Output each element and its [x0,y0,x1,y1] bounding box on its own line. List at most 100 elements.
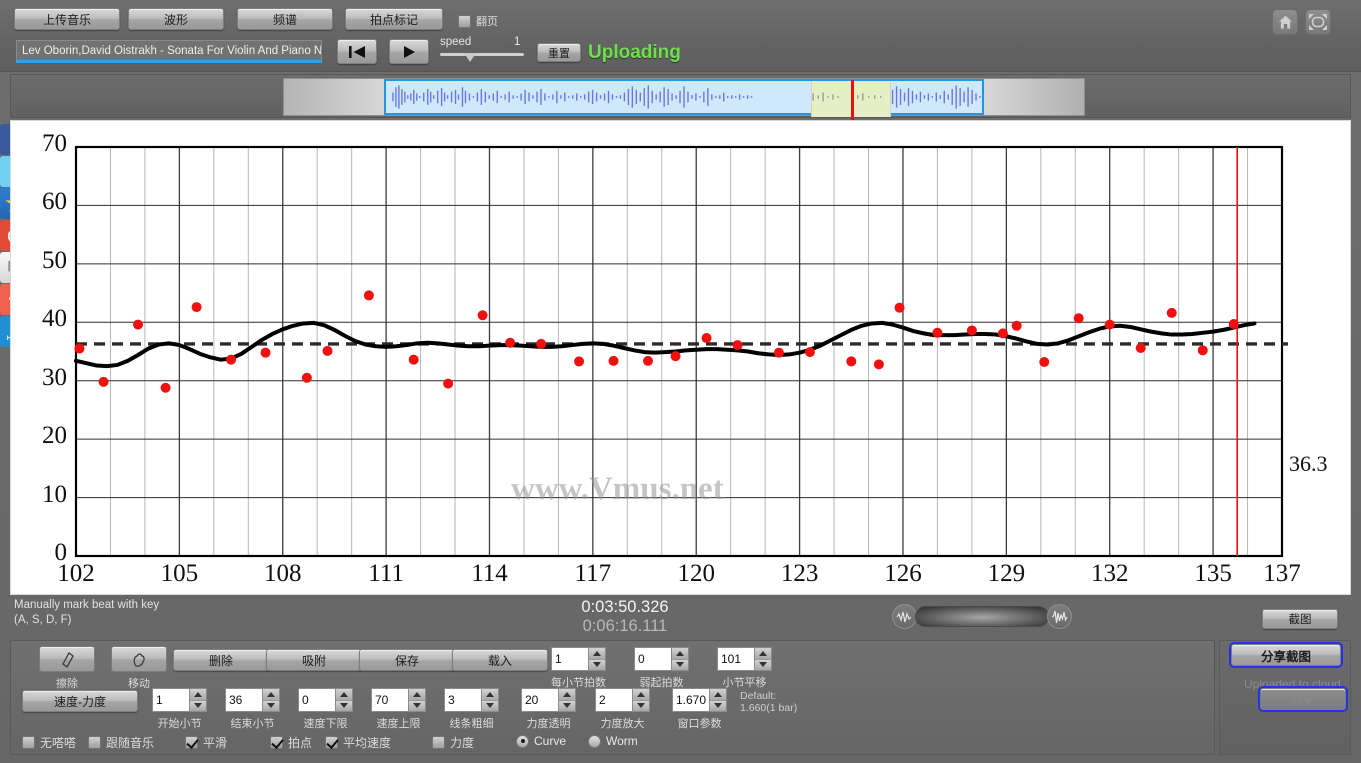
spinner-down[interactable] [755,659,771,670]
track-title-field[interactable]: Lev Oborin,David Oistrakh - Sonata For V… [16,40,322,63]
share-screenshot-button[interactable]: 分享截图 [1229,642,1343,668]
spinner-up[interactable] [336,689,352,701]
tempo-chart-svg[interactable] [11,121,1352,596]
spinner-down[interactable] [559,700,575,711]
line-thickness-input[interactable] [445,689,481,711]
beat-point [260,347,271,358]
spinner-up[interactable] [633,689,649,701]
upload-music-button[interactable]: 上传音乐 [14,8,120,30]
window-param-spinner[interactable]: 窗口参数 [672,688,727,731]
rewind-button[interactable] [337,39,377,64]
spinner-up[interactable] [409,689,425,701]
curve-radio[interactable]: Curve [516,734,566,748]
home-button[interactable] [1272,9,1298,35]
spinner-down[interactable] [710,700,726,711]
dynamics-scale-input[interactable] [596,689,632,711]
erase-tool[interactable]: 擦除 [39,646,95,691]
waveform-selection-region[interactable] [384,79,984,120]
tempo-max-input[interactable] [372,689,408,711]
end-bar-spinner[interactable]: 结束小节 [225,688,280,731]
smooth-checkbox[interactable]: 平滑 [185,734,227,751]
dynamics-alpha-input[interactable] [522,689,558,711]
dynamics-alpha-spinner[interactable]: 力度透明 [521,688,576,731]
waveform-button[interactable]: 波形 [128,8,224,30]
end-bar-input[interactable] [226,689,262,711]
velocity-dynamics-button[interactable]: 速度-力度 [22,690,138,712]
speed-slider-track[interactable] [440,53,524,56]
tempo-min-spinner[interactable]: 速度下限 [298,688,353,731]
line-thickness-spinner[interactable]: 线条粗细 [444,688,499,731]
spinner-up[interactable] [263,689,279,701]
save-button[interactable]: 保存 [359,649,455,671]
spinner-down[interactable] [482,700,498,711]
delete-label: 删除 [208,653,233,668]
reset-button[interactable]: 重置 [537,43,581,62]
spectrum-button[interactable]: 频谱 [237,8,333,30]
move-tool[interactable]: 移动 [111,646,167,691]
window-param-input[interactable] [673,689,709,711]
spinner-down[interactable] [336,700,352,711]
dynamics-scale-spinner[interactable]: 力度放大 [595,688,650,731]
spinner-up[interactable] [672,648,688,660]
spinner-down[interactable] [589,659,605,670]
chart-ytick-label: 10 [42,480,67,508]
beat-point [505,337,516,348]
spinner-up[interactable] [710,689,726,701]
beat-point [608,355,619,366]
beats-checkbox[interactable]: 拍点 [270,734,312,751]
spinner-down[interactable] [190,700,206,711]
spinner-down[interactable] [263,700,279,711]
spinner-down[interactable] [409,700,425,711]
bar-shift-spinner[interactable]: 小节平移 [717,647,772,690]
screenshot-button[interactable]: 截图 [1262,609,1338,629]
volume-min-button[interactable] [892,604,917,629]
chart-xtick-label: 129 [987,560,1026,587]
tempo-chart-panel[interactable]: www.Vmus.net 36.3 0 10 20 30 40 50 60 70 102 105 1… [10,120,1351,595]
radio-dot [516,734,529,748]
worm-radio[interactable]: Worm [588,734,638,748]
beats-per-bar-input[interactable] [552,648,588,670]
share-link-button[interactable]: 分享 [1258,686,1348,712]
spinner-arrows [558,689,575,711]
pickup-beats-spinner[interactable]: 弱起拍数 [634,647,689,690]
waveform-playhead[interactable] [851,80,854,120]
reset-label: 重置 [548,47,570,60]
dynamics-checkbox[interactable]: 力度 [432,734,474,751]
checkbox-box [88,736,101,749]
hint-line-1: Manually mark beat with key [14,599,160,611]
radio-dot [588,734,601,748]
spinner-box [371,688,426,712]
delete-button[interactable]: 删除 [173,649,269,671]
bar-shift-input[interactable] [718,648,754,670]
tempo-min-input[interactable] [299,689,335,711]
curve-label: Curve [534,734,567,748]
load-button[interactable]: 载入 [452,649,548,671]
no-metronome-checkbox[interactable]: 无嗒嗒 [22,734,76,751]
waveform-canvas[interactable] [283,78,1085,120]
spinner-down[interactable] [672,659,688,670]
waveform-overview-strip[interactable] [10,74,1351,120]
snap-button[interactable]: 吸附 [266,649,362,671]
spinner-up[interactable] [559,689,575,701]
page-turn-label: 翻页 [476,16,498,28]
pickup-beats-input[interactable] [635,648,671,670]
play-button[interactable] [389,39,429,64]
start-bar-input[interactable] [153,689,189,711]
volume-max-button[interactable] [1047,604,1072,629]
spinner-up[interactable] [190,689,206,701]
volume-slider-track[interactable] [915,606,1049,627]
beats-per-bar-spinner[interactable]: 每小节拍数 [551,647,606,690]
start-bar-spinner[interactable]: 开始小节 [152,688,207,731]
erase-tool-label: 擦除 [56,678,78,690]
tempo-max-spinner[interactable]: 速度上限 [371,688,426,731]
spinner-up[interactable] [482,689,498,701]
follow-music-checkbox[interactable]: 跟随音乐 [88,734,154,751]
fullscreen-button[interactable] [1305,9,1331,35]
page-turn-checkbox[interactable]: 翻页 [458,13,498,29]
average-tempo-checkbox[interactable]: 平均速度 [325,734,391,751]
spinner-down[interactable] [633,700,649,711]
beat-mark-button[interactable]: 拍点标记 [345,8,443,30]
spinner-up[interactable] [755,648,771,660]
speed-slider-knob[interactable] [464,53,476,62]
spinner-up[interactable] [589,648,605,660]
